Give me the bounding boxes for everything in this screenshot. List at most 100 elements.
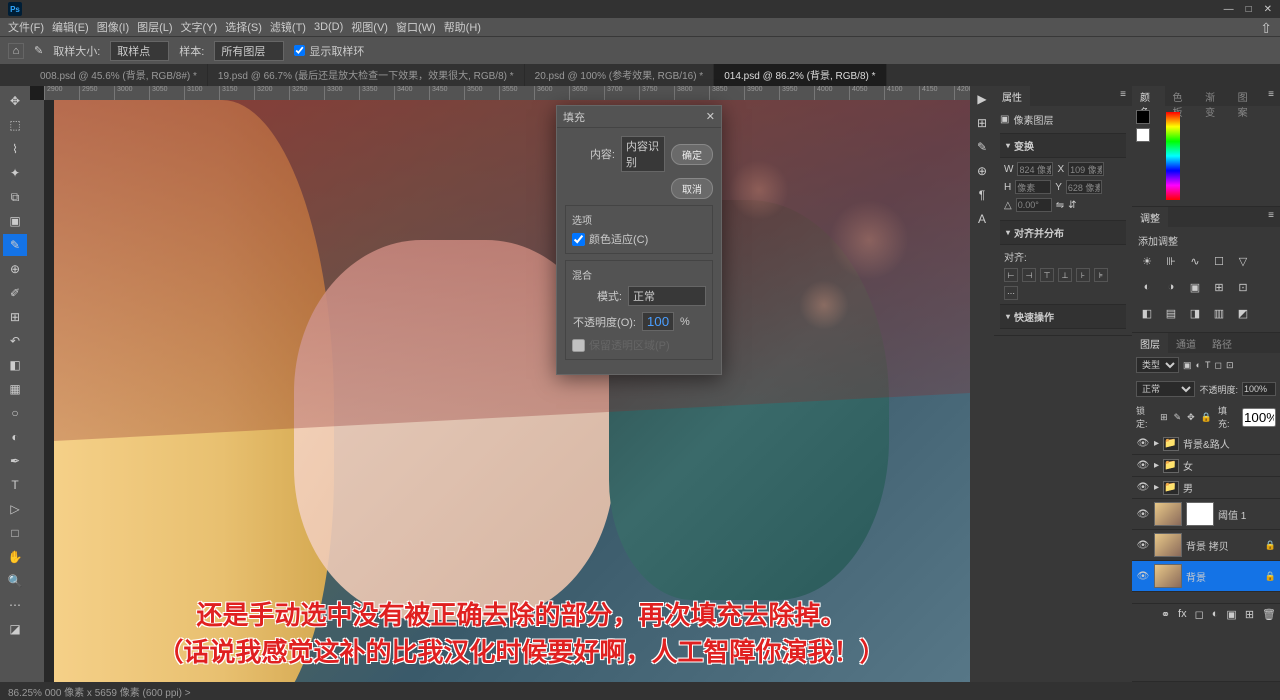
clone-icon[interactable]: ⊕	[977, 164, 987, 178]
history-brush-tool[interactable]: ↶	[3, 330, 27, 352]
layer-row[interactable]: 👁▸📁女	[1132, 455, 1280, 477]
menu-item[interactable]: 图层(L)	[137, 19, 172, 35]
opacity-input[interactable]	[642, 312, 674, 331]
visibility-icon[interactable]: 👁	[1136, 482, 1150, 493]
document-tab[interactable]: 014.psd @ 86.2% (背景, RGB/8) *	[714, 64, 886, 86]
show-ring-input[interactable]	[294, 45, 305, 56]
filter-shape-icon[interactable]: ◻	[1214, 360, 1221, 371]
lock-all-icon[interactable]: 🔒	[1201, 412, 1212, 423]
heal-tool[interactable]: ⊕	[3, 258, 27, 280]
type-tool[interactable]: T	[3, 474, 27, 496]
lookup-icon[interactable]: ⊡	[1234, 278, 1252, 296]
exposure-icon[interactable]: ☐	[1210, 252, 1228, 270]
poster-icon[interactable]: ▤	[1162, 304, 1180, 322]
y-input[interactable]	[1066, 180, 1102, 194]
photo-filter-icon[interactable]: ▣	[1186, 278, 1204, 296]
brush-tool[interactable]: ✐	[3, 282, 27, 304]
align-right[interactable]: ⊤	[1040, 268, 1054, 282]
align-bottom[interactable]: ⊧	[1094, 268, 1108, 282]
document-tab[interactable]: 19.psd @ 66.7% (最后还是放大检查一下效果，效果很大, RGB/8…	[208, 64, 525, 86]
invert-icon[interactable]: ◧	[1138, 304, 1156, 322]
chevron-icon[interactable]: ▸	[1154, 460, 1159, 471]
bg-swatch[interactable]	[1136, 128, 1150, 142]
frame-tool[interactable]: ▣	[3, 210, 27, 232]
link-icon[interactable]: ⚭	[1161, 608, 1170, 621]
sample-select[interactable]: 所有图层	[214, 41, 284, 61]
dialog-close-icon[interactable]: ✕	[706, 110, 715, 123]
adjustment-icon[interactable]: ◐	[1212, 608, 1219, 621]
layer-opacity[interactable]	[1242, 382, 1276, 396]
menu-item[interactable]: 文件(F)	[8, 19, 44, 35]
lasso-tool[interactable]: ⌇	[3, 138, 27, 160]
zoom-tool[interactable]: 🔍	[3, 570, 27, 592]
bw-icon[interactable]: ◑	[1162, 278, 1180, 296]
layers-tab[interactable]: 图层	[1132, 333, 1168, 353]
mode-select[interactable]: 正常	[628, 286, 706, 306]
mask-icon[interactable]: ◻	[1195, 608, 1204, 621]
visibility-icon[interactable]: 👁	[1136, 509, 1150, 520]
visibility-icon[interactable]: 👁	[1136, 438, 1150, 449]
layer-row[interactable]: 👁▸📁男	[1132, 477, 1280, 499]
levels-icon[interactable]: ⊪	[1162, 252, 1180, 270]
move-tool[interactable]: ✥	[3, 90, 27, 112]
pen-tool[interactable]: ✒	[3, 450, 27, 472]
menu-item[interactable]: 窗口(W)	[396, 19, 436, 35]
filter-adj-icon[interactable]: ◐	[1196, 360, 1201, 370]
filter-pixel-icon[interactable]: ▣	[1183, 360, 1192, 371]
layer-row[interactable]: 👁背景 拷贝🔒	[1132, 530, 1280, 561]
x-input[interactable]	[1068, 162, 1104, 176]
history-icon[interactable]: ▶	[977, 92, 986, 106]
fg-swatch[interactable]	[1136, 110, 1150, 124]
paragraph-icon[interactable]: ¶	[979, 188, 985, 202]
menu-item[interactable]: 帮助(H)	[444, 19, 481, 35]
selective-icon[interactable]: ◩	[1234, 304, 1252, 322]
content-select[interactable]: 内容识别	[621, 136, 665, 172]
lock-pixel-icon[interactable]: ✎	[1174, 412, 1182, 423]
stamp-tool[interactable]: ⊞	[3, 306, 27, 328]
width-input[interactable]	[1017, 162, 1053, 176]
curves-icon[interactable]: ∿	[1186, 252, 1204, 270]
layer-row[interactable]: 👁阈值 1	[1132, 499, 1280, 530]
ok-button[interactable]: 确定	[671, 144, 713, 165]
blur-tool[interactable]: ○	[3, 402, 27, 424]
menu-item[interactable]: 选择(S)	[225, 19, 262, 35]
eraser-tool[interactable]: ◧	[3, 354, 27, 376]
crop-tool[interactable]: ⧉	[3, 186, 27, 208]
menu-item[interactable]: 滤镜(T)	[270, 19, 306, 35]
edit-toolbar[interactable]: ⋯	[3, 594, 27, 616]
distribute[interactable]: ⋯	[1004, 286, 1018, 300]
align-top[interactable]: ⊥	[1058, 268, 1072, 282]
new-layer-icon[interactable]: ⊞	[1245, 608, 1254, 621]
minimize-icon[interactable]: —	[1224, 4, 1234, 15]
layers-tab[interactable]: 路径	[1204, 333, 1240, 353]
cancel-button[interactable]: 取消	[671, 178, 713, 199]
color-tab[interactable]: 色板	[1165, 86, 1198, 106]
align-hcenter[interactable]: ⊣	[1022, 268, 1036, 282]
menu-item[interactable]: 3D(D)	[314, 21, 343, 33]
menu-item[interactable]: 文字(Y)	[181, 19, 218, 35]
maximize-icon[interactable]: □	[1246, 4, 1252, 15]
hue-icon[interactable]: ◐	[1138, 278, 1156, 296]
shape-tool[interactable]: □	[3, 522, 27, 544]
show-ring-checkbox[interactable]: 显示取样环	[294, 43, 364, 59]
mixer-icon[interactable]: ⊞	[1210, 278, 1228, 296]
height-input[interactable]	[1015, 180, 1051, 194]
dodge-tool[interactable]: ◐	[3, 426, 27, 448]
align-left[interactable]: ⊢	[1004, 268, 1018, 282]
group-icon[interactable]: ▣	[1226, 608, 1236, 621]
close-icon[interactable]: ✕	[1264, 4, 1272, 15]
sample-size-select[interactable]: 取样点	[110, 41, 169, 61]
marquee-tool[interactable]: ⬚	[3, 114, 27, 136]
menu-item[interactable]: 视图(V)	[351, 19, 388, 35]
layer-row[interactable]: 👁▸📁背景&路人	[1132, 433, 1280, 455]
share-icon[interactable]: ⇧	[1260, 20, 1272, 37]
transform-section[interactable]: 变换	[1000, 133, 1126, 158]
gradient-tool[interactable]: ▦	[3, 378, 27, 400]
layers-tab[interactable]: 通道	[1168, 333, 1204, 353]
fx-icon[interactable]: fx	[1178, 608, 1187, 621]
color-tab[interactable]: 颜色	[1132, 86, 1165, 106]
visibility-icon[interactable]: 👁	[1136, 571, 1150, 582]
swatches-icon[interactable]: ⊞	[977, 116, 987, 130]
align-vcenter[interactable]: ⊦	[1076, 268, 1090, 282]
filter-kind[interactable]: 类型	[1136, 357, 1179, 373]
